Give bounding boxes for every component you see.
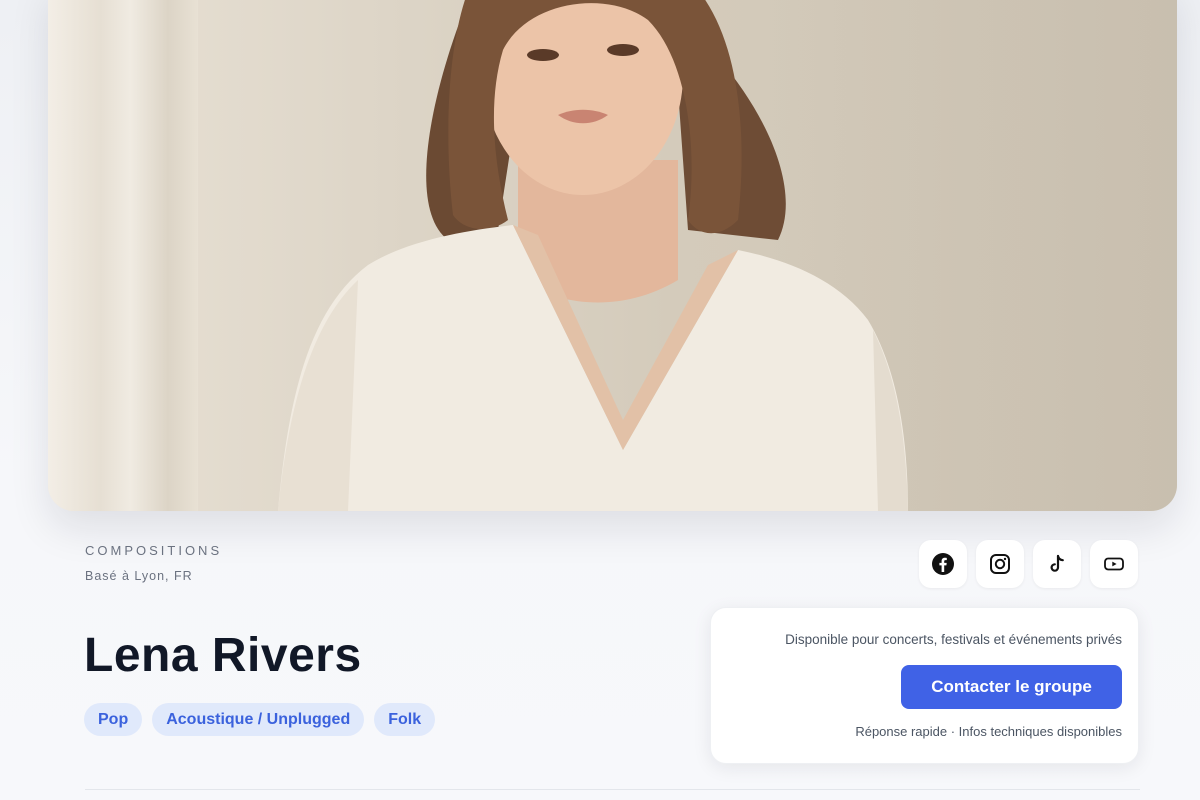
booking-note: Réponse rapide · Infos techniques dispon… — [855, 724, 1122, 739]
tiktok-icon — [1050, 554, 1064, 572]
genre-tag-pop[interactable]: Pop — [84, 703, 143, 736]
artist-name: Lena Rivers — [84, 629, 362, 682]
instagram-icon — [990, 554, 1010, 574]
portrait-illustration — [278, 0, 908, 511]
social-links — [919, 540, 1138, 588]
youtube-icon — [1104, 557, 1124, 571]
availability-text: Disponible pour concerts, festivals et é… — [785, 632, 1122, 647]
profile-eyebrow: COMPOSITIONS — [85, 543, 223, 558]
youtube-link[interactable] — [1090, 540, 1138, 588]
instagram-link[interactable] — [976, 540, 1024, 588]
facebook-link[interactable] — [919, 540, 967, 588]
section-divider — [85, 789, 1140, 790]
tiktok-link[interactable] — [1033, 540, 1081, 588]
genre-tags: Pop Acoustique / Unplugged Folk — [84, 703, 436, 736]
hero-photo — [48, 0, 1177, 511]
genre-tag-folk[interactable]: Folk — [374, 703, 436, 736]
booking-card: Disponible pour concerts, festivals et é… — [710, 607, 1139, 764]
contact-band-button[interactable]: Contacter le groupe — [901, 665, 1122, 709]
genre-tag-acoustique[interactable]: Acoustique / Unplugged — [152, 703, 365, 736]
facebook-icon — [932, 553, 954, 575]
profile-location: Basé à Lyon, FR — [85, 569, 193, 583]
